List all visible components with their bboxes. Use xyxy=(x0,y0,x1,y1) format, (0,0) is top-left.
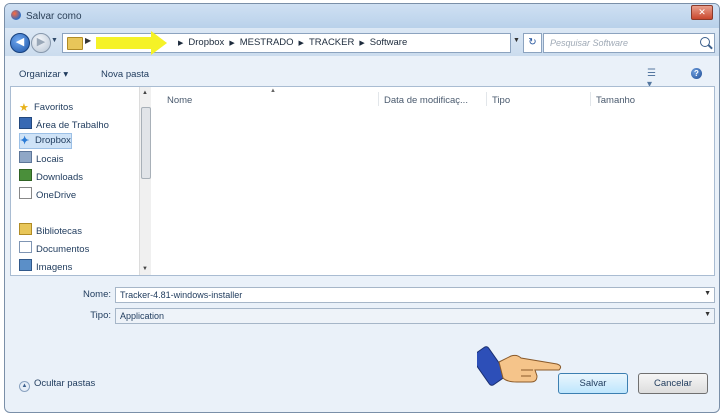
breadcrumb-separator-icon[interactable]: ▶ xyxy=(299,39,304,47)
nav-item-locais[interactable]: Locais xyxy=(19,151,63,165)
hide-folders-toggle[interactable]: ▲ Ocultar pastas xyxy=(19,378,95,392)
forward-button[interactable]: ▶ xyxy=(31,33,51,53)
breadcrumb-separator-icon[interactable]: ▶ xyxy=(178,39,183,47)
view-options-icon[interactable]: ☰ ▾ xyxy=(647,68,663,90)
hide-folders-label: Ocultar pastas xyxy=(34,378,96,389)
chrome-app-icon xyxy=(11,10,21,20)
nav-item-bibliotecas[interactable]: Bibliotecas xyxy=(19,223,82,237)
column-header-date[interactable]: Data de modificaç... xyxy=(384,95,468,106)
places-icon xyxy=(19,151,32,163)
star-icon: ★ xyxy=(19,102,29,114)
history-dropdown-icon[interactable]: ▼ xyxy=(51,37,58,47)
search-icon[interactable] xyxy=(700,37,710,47)
breadcrumb-separator-icon[interactable]: ▶ xyxy=(229,39,234,47)
dropbox-icon: ✦ xyxy=(20,135,30,147)
nav-item-downloads[interactable]: Downloads xyxy=(19,169,83,183)
back-button[interactable]: ◀ xyxy=(10,33,30,53)
chevron-down-icon[interactable]: ▼ xyxy=(704,290,711,297)
file-type-select[interactable]: Application ▼ xyxy=(115,308,715,324)
collapse-icon: ▲ xyxy=(19,381,30,392)
browser-pane: ★ Favoritos Área de Trabalho ✦ Dropbox Loc… xyxy=(10,86,715,276)
file-list: ▲ Nome Data de modificaç... Tipo Tamanho xyxy=(152,87,714,275)
new-folder-button[interactable]: Nova pasta xyxy=(101,69,149,80)
onedrive-icon xyxy=(19,187,32,199)
save-button[interactable]: Salvar xyxy=(558,373,628,394)
breadcrumb-dropbox[interactable]: Dropbox xyxy=(188,37,224,48)
close-button[interactable]: ✕ xyxy=(691,5,713,20)
breadcrumb: ▶ Dropbox ▶ MESTRADO ▶ TRACKER ▶ Software xyxy=(173,37,407,48)
nav-item-label: Dropbox xyxy=(35,135,71,146)
nav-item-onedrive[interactable]: OneDrive xyxy=(19,187,76,201)
window-title: Salvar como xyxy=(26,11,82,22)
address-dropdown-icon[interactable]: ▼ xyxy=(513,37,520,44)
file-name-field[interactable]: Tracker-4.81-windows-installer ▼ xyxy=(115,287,715,303)
column-divider[interactable] xyxy=(486,92,487,106)
toolbar: Organizar ▾ Nova pasta ☰ ▾ ? xyxy=(5,62,719,90)
search-placeholder: Pesquisar Software xyxy=(550,38,629,48)
pointing-hand-icon xyxy=(477,346,562,386)
breadcrumb-software[interactable]: Software xyxy=(370,37,408,48)
nav-item-dropbox[interactable]: ✦ Dropbox xyxy=(19,133,72,149)
refresh-button[interactable]: ↻ xyxy=(523,33,542,53)
desktop-icon xyxy=(19,117,32,129)
nav-item-label: Locais xyxy=(36,154,64,165)
scroll-down-icon[interactable]: ▼ xyxy=(142,266,148,272)
nav-item-label: Área de Trabalho xyxy=(36,120,109,131)
nav-item-label: Favoritos xyxy=(34,102,74,113)
scroll-up-icon[interactable]: ▲ xyxy=(142,90,148,96)
nav-item-label: Downloads xyxy=(36,172,83,183)
nav-item-label: Imagens xyxy=(36,262,73,273)
search-input[interactable]: Pesquisar Software xyxy=(543,33,715,53)
scroll-thumb[interactable] xyxy=(141,107,151,179)
file-name-value: Tracker-4.81-windows-installer xyxy=(120,290,243,300)
library-icon xyxy=(19,223,32,235)
images-icon xyxy=(19,259,32,271)
column-divider[interactable] xyxy=(590,92,591,106)
nav-item-favoritos[interactable]: ★ Favoritos xyxy=(19,101,73,115)
cancel-button[interactable]: Cancelar xyxy=(638,373,708,394)
documents-icon xyxy=(19,241,32,253)
column-header-size[interactable]: Tamanho xyxy=(596,95,635,106)
file-type-value: Application xyxy=(120,311,165,321)
nav-scrollbar[interactable]: ▲ ▼ xyxy=(139,87,151,275)
breadcrumb-mestrado[interactable]: MESTRADO xyxy=(240,37,294,48)
nav-item-label: Documentos xyxy=(36,244,90,255)
sort-ascending-icon: ▲ xyxy=(270,88,276,94)
folder-icon xyxy=(67,37,83,50)
organize-menu-button[interactable]: Organizar ▾ xyxy=(19,69,68,80)
breadcrumb-tracker[interactable]: TRACKER xyxy=(309,37,354,48)
nav-item-documentos[interactable]: Documentos xyxy=(19,241,89,255)
navigation-pane: ★ Favoritos Área de Trabalho ✦ Dropbox Loc… xyxy=(11,87,139,275)
save-as-dialog: Salvar como ✕ ◀ ▶ ▼ ▶ ▶ Dropbox ▶ MESTRADO ▶… xyxy=(4,3,720,413)
nav-item-label: Bibliotecas xyxy=(36,226,82,237)
yellow-pointer-arrow xyxy=(96,37,153,49)
address-row: ◀ ▶ ▼ ▶ ▶ Dropbox ▶ MESTRADO ▶ TRACKER ▶ Softwa… xyxy=(5,28,719,56)
column-header-name[interactable]: Nome xyxy=(167,95,192,106)
yellow-pointer-arrowhead xyxy=(151,31,167,55)
chevron-down-icon[interactable]: ▼ xyxy=(704,311,711,318)
breadcrumb-separator-icon[interactable]: ▶ xyxy=(359,39,364,47)
help-icon[interactable]: ? xyxy=(691,68,702,79)
breadcrumb-separator-icon[interactable]: ▶ xyxy=(85,36,91,45)
file-type-label: Tipo: xyxy=(90,310,111,321)
column-header-type[interactable]: Tipo xyxy=(492,95,510,106)
title-bar: Salvar como ✕ xyxy=(5,4,719,28)
nav-item-label: OneDrive xyxy=(36,190,77,201)
file-name-label: Nome: xyxy=(83,289,111,300)
nav-item-imagens[interactable]: Imagens xyxy=(19,259,72,273)
column-divider[interactable] xyxy=(378,92,379,106)
nav-item-area-de-trabalho[interactable]: Área de Trabalho xyxy=(19,117,109,131)
address-bar[interactable]: ▶ ▶ Dropbox ▶ MESTRADO ▶ TRACKER ▶ Software xyxy=(62,31,511,55)
downloads-icon xyxy=(19,169,32,181)
